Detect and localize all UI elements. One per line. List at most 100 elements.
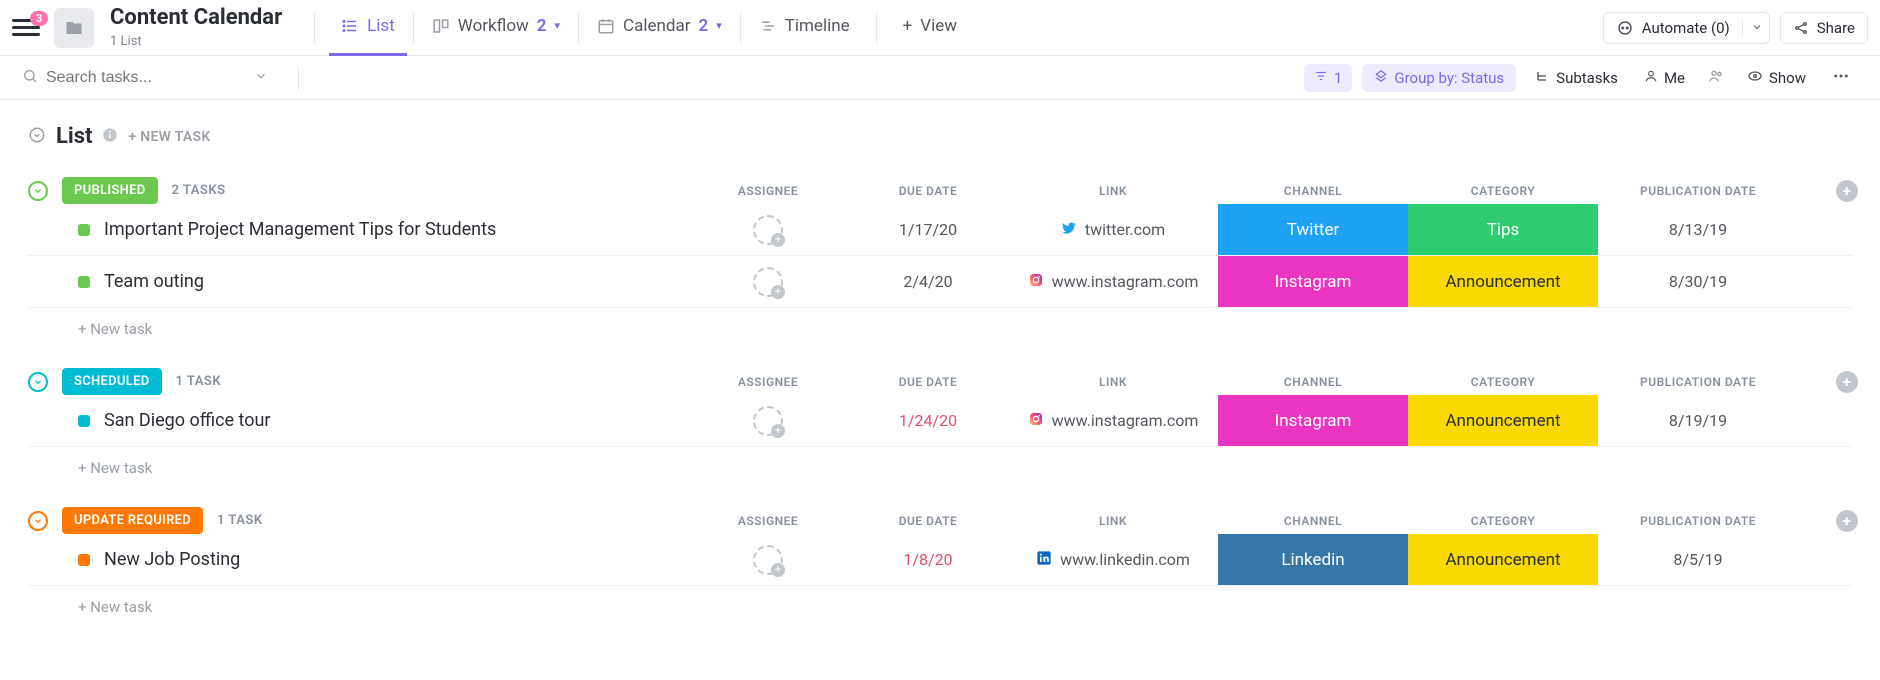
- due-date-cell[interactable]: 1/8/20: [848, 550, 1008, 569]
- divider: [876, 12, 877, 44]
- col-category: CATEGORY: [1408, 184, 1598, 198]
- channel-cell[interactable]: Instagram: [1218, 395, 1408, 446]
- status-square-icon: [78, 224, 90, 236]
- due-date-cell[interactable]: 2/4/20: [848, 272, 1008, 291]
- task-row[interactable]: Important Project Management Tips for St…: [28, 204, 1852, 256]
- chevron-down-icon[interactable]: [1742, 19, 1763, 37]
- channel-cell[interactable]: Twitter: [1218, 204, 1408, 255]
- link-text: www.linkedin.com: [1060, 550, 1190, 569]
- due-date-cell[interactable]: 1/24/20: [848, 411, 1008, 430]
- assignee-cell[interactable]: [688, 215, 848, 245]
- info-icon[interactable]: [102, 127, 118, 147]
- assignee-cell[interactable]: [688, 545, 848, 575]
- add-column-button[interactable]: +: [1798, 180, 1858, 202]
- status-chip[interactable]: SCHEDULED: [62, 368, 162, 395]
- divider: [740, 12, 741, 44]
- show-label: Show: [1769, 69, 1806, 87]
- chevron-down-icon[interactable]: ▾: [716, 19, 722, 32]
- tab-list[interactable]: List: [329, 0, 407, 56]
- assignee-placeholder-icon[interactable]: [753, 215, 783, 245]
- publication-date-cell[interactable]: 8/13/19: [1598, 220, 1798, 239]
- share-icon: [1793, 20, 1809, 36]
- assignee-cell[interactable]: [688, 267, 848, 297]
- assignee-cell[interactable]: [688, 406, 848, 436]
- collapse-toggle[interactable]: [28, 372, 48, 392]
- tab-timeline[interactable]: Timeline: [747, 0, 862, 56]
- menu-toggle[interactable]: 3: [12, 19, 40, 36]
- category-cell[interactable]: Announcement: [1408, 534, 1598, 585]
- groupby-button[interactable]: Group by: Status: [1362, 64, 1516, 92]
- top-bar: 3 Content Calendar 1 List ListWorkflow2▾…: [0, 0, 1880, 56]
- channel-cell[interactable]: Instagram: [1218, 256, 1408, 307]
- me-button[interactable]: Me: [1636, 65, 1693, 91]
- status-chip[interactable]: PUBLISHED: [62, 177, 158, 204]
- col-due-date: DUE DATE: [848, 184, 1008, 198]
- category-cell[interactable]: Announcement: [1408, 256, 1598, 307]
- tab-label: Workflow: [458, 16, 529, 36]
- new-task-row[interactable]: + New task: [28, 447, 1852, 477]
- assignee-placeholder-icon[interactable]: [753, 267, 783, 297]
- title-block: Content Calendar 1 List: [110, 6, 282, 49]
- tab-calendar[interactable]: Calendar2▾: [585, 0, 734, 56]
- eye-icon: [1747, 68, 1763, 88]
- automate-button[interactable]: Automate (0): [1603, 12, 1770, 44]
- group-icon: [1374, 69, 1388, 87]
- task-title-cell[interactable]: Team outing: [28, 271, 688, 292]
- show-button[interactable]: Show: [1739, 64, 1814, 92]
- share-button[interactable]: Share: [1780, 12, 1868, 44]
- channel-cell[interactable]: Linkedin: [1218, 534, 1408, 585]
- add-column-button[interactable]: +: [1798, 371, 1858, 393]
- task-title-cell[interactable]: San Diego office tour: [28, 410, 688, 431]
- page-title: Content Calendar: [110, 6, 282, 30]
- tab-workflow[interactable]: Workflow2▾: [420, 0, 572, 56]
- task-row[interactable]: New Job Posting 1/8/20 www.linkedin.com Lin…: [28, 534, 1852, 586]
- task-count: 2 TASKS: [172, 183, 226, 198]
- col-publication-date: PUBLICATION DATE: [1598, 184, 1798, 198]
- new-task-row[interactable]: + New task: [28, 586, 1852, 616]
- robot-icon: [1616, 19, 1634, 37]
- assignee-placeholder-icon[interactable]: [753, 545, 783, 575]
- status-chip[interactable]: UPDATE REQUIRED: [62, 507, 203, 534]
- task-title-cell[interactable]: Important Project Management Tips for St…: [28, 219, 688, 240]
- publication-date-cell[interactable]: 8/19/19: [1598, 411, 1798, 430]
- new-task-button[interactable]: + NEW TASK: [128, 129, 210, 145]
- group-header: UPDATE REQUIRED1 TASKASSIGNEEDUE DATELIN…: [28, 507, 1852, 534]
- assignee-placeholder-icon[interactable]: [753, 406, 783, 436]
- new-task-row[interactable]: + New task: [28, 308, 1852, 338]
- assignees-button[interactable]: [1703, 64, 1729, 92]
- task-row[interactable]: San Diego office tour 1/24/20www.instagra…: [28, 395, 1852, 447]
- search-input[interactable]: [46, 69, 246, 87]
- task-row[interactable]: Team outing 2/4/20 www.instagram.com Instag…: [28, 256, 1852, 308]
- due-date-cell[interactable]: 1/17/20: [848, 220, 1008, 239]
- publication-date-cell[interactable]: 8/5/19: [1598, 550, 1798, 569]
- link-cell[interactable]: www.linkedin.com: [1008, 550, 1218, 570]
- link-cell[interactable]: www.instagram.com: [1008, 411, 1218, 431]
- chevron-down-icon[interactable]: [254, 68, 268, 87]
- add-column-button[interactable]: +: [1798, 510, 1858, 532]
- collapse-toggle[interactable]: [28, 511, 48, 531]
- col-channel: CHANNEL: [1218, 514, 1408, 528]
- instagram-icon: [1028, 411, 1044, 431]
- subtasks-button[interactable]: Subtasks: [1526, 64, 1626, 92]
- collapse-toggle[interactable]: [28, 181, 48, 201]
- link-cell[interactable]: twitter.com: [1008, 220, 1218, 240]
- col-assignee: ASSIGNEE: [688, 375, 848, 389]
- folder-icon[interactable]: [54, 8, 94, 48]
- chevron-down-icon[interactable]: ▾: [555, 19, 561, 32]
- link-cell[interactable]: www.instagram.com: [1008, 272, 1218, 292]
- list-header: List + NEW TASK: [28, 124, 1852, 149]
- link-text: twitter.com: [1085, 220, 1165, 239]
- category-cell[interactable]: Tips: [1408, 204, 1598, 255]
- more-button[interactable]: [1824, 63, 1858, 93]
- filter-button[interactable]: 1: [1304, 64, 1352, 92]
- search-input-wrap[interactable]: [22, 68, 282, 88]
- list-heading: List: [56, 124, 92, 149]
- task-title-cell[interactable]: New Job Posting: [28, 549, 688, 570]
- notification-badge: 3: [30, 11, 48, 26]
- publication-date-cell[interactable]: 8/30/19: [1598, 272, 1798, 291]
- content-area: List + NEW TASK PUBLISHED 2 TASKS ASSIGNEE…: [0, 100, 1880, 670]
- link-text: www.instagram.com: [1052, 272, 1199, 291]
- add-view-button[interactable]: + View: [891, 0, 969, 56]
- chevron-down-icon[interactable]: [28, 126, 46, 148]
- category-cell[interactable]: Announcement: [1408, 395, 1598, 446]
